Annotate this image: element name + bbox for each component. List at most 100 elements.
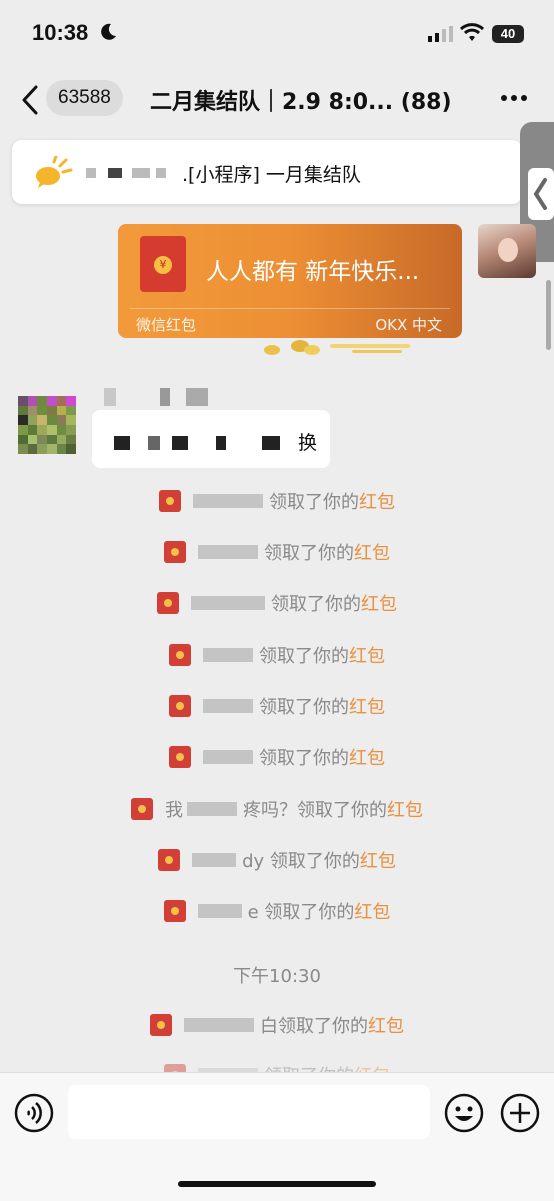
message-bubble[interactable]: 换 <box>92 410 330 468</box>
mini-red-envelope-icon <box>157 592 179 614</box>
unread-count-badge[interactable]: 63588 <box>46 80 123 116</box>
home-indicator <box>178 1181 376 1187</box>
notice-text: 领取了你的 <box>259 697 349 718</box>
notice-text: 领取了你的 <box>271 594 361 615</box>
status-bar: 10:38 40 <box>0 0 554 70</box>
redacted-sender-name <box>104 388 116 406</box>
avatar-face <box>498 238 518 262</box>
chat-title: 二月集结队｜2.9 8:0... (88) <box>150 84 452 116</box>
red-packet-claim-notice: 领取了你的红包 <box>0 537 554 567</box>
redacted-sender-name <box>160 388 170 406</box>
red-packet-link[interactable]: 红包 <box>360 847 396 873</box>
input-bar <box>0 1072 554 1201</box>
wifi-icon <box>460 23 484 41</box>
moon-icon <box>101 23 116 40</box>
notice-text: 白领取了你的 <box>260 1016 368 1037</box>
notice-text: 领取了你的 <box>259 748 349 769</box>
redacted-name <box>191 596 265 610</box>
divider <box>130 308 450 309</box>
pinned-message-text: .[小程序] 一月集结队 <box>182 164 361 186</box>
redacted-text <box>108 168 122 178</box>
red-packet-claim-notice: 领取了你的红包 <box>0 588 554 618</box>
status-time: 10:38 <box>32 20 89 45</box>
speech-bubble-icon <box>36 156 73 188</box>
mini-red-envelope-icon <box>150 1014 172 1036</box>
mini-red-envelope-icon <box>131 798 153 820</box>
red-packet-link[interactable]: 红包 <box>368 1012 404 1038</box>
notice-prefix: 我 <box>165 800 183 821</box>
notice-text: 疼吗？领取了你的 <box>243 800 387 821</box>
notice-text: dy 领取了你的 <box>242 851 360 872</box>
signal-icon <box>428 26 453 42</box>
time-separator: 下午10:30 <box>233 966 321 987</box>
red-packet-label: 微信红包 <box>136 316 197 334</box>
red-packet-claim-notice: 领取了你的红包 <box>0 742 554 772</box>
mini-red-envelope-icon <box>158 849 181 871</box>
back-chevron-icon[interactable] <box>20 84 40 116</box>
mini-red-envelope-icon <box>159 490 181 512</box>
gold-coins-decoration <box>264 340 410 355</box>
redacted-text <box>132 168 150 178</box>
red-packet-link[interactable]: 红包 <box>354 898 390 924</box>
battery-indicator: 40 <box>492 25 524 43</box>
red-packet-claim-notice: 领取了你的红包 <box>0 691 554 721</box>
coin-icon: ¥ <box>154 256 172 274</box>
red-packet-claim-notice: dy 领取了你的 红包 <box>0 845 554 875</box>
scrollbar[interactable] <box>546 280 551 350</box>
redacted-name <box>203 750 253 764</box>
red-packet-claim-notice: 我 疼吗？领取了你的 红包 <box>0 794 554 824</box>
notice-text: 领取了你的 <box>259 646 349 667</box>
chat-title-text: 二月集结队｜2.9 8:0... <box>150 90 394 115</box>
chat-header: 63588 二月集结队｜2.9 8:0... (88) <box>0 70 554 130</box>
redacted-text <box>148 436 160 450</box>
redacted-text <box>114 436 130 450</box>
red-envelope-icon: ¥ <box>140 236 186 292</box>
red-packet-link[interactable]: 红包 <box>349 642 385 668</box>
redacted-sender-name <box>186 388 208 406</box>
redacted-text <box>86 168 96 178</box>
red-packet-card[interactable]: ¥ 人人都有 新年快乐... 微信红包 OKX 中文 <box>118 224 462 338</box>
notice-text: e 领取了你的 <box>247 902 355 923</box>
redacted-name <box>198 545 258 559</box>
voice-input-icon[interactable] <box>14 1093 54 1133</box>
redacted-name <box>184 1018 254 1032</box>
mini-red-envelope-icon <box>169 695 191 717</box>
red-packet-claim-notice: 领取了你的红包 <box>0 486 554 516</box>
member-count: (88) <box>400 90 452 115</box>
notice-text: 领取了你的 <box>269 492 359 513</box>
side-tab-handle <box>528 168 554 220</box>
chevron-left-icon <box>533 178 547 210</box>
pinned-message-bar[interactable]: .[小程序] 一月集结队 <box>12 140 522 204</box>
mini-red-envelope-icon <box>169 644 191 666</box>
redacted-name <box>187 802 237 816</box>
redacted-name <box>203 648 253 662</box>
mini-red-envelope-icon <box>169 746 191 768</box>
emoji-icon[interactable] <box>444 1093 484 1133</box>
redacted-text <box>262 436 280 450</box>
notice-text: 领取了你的 <box>264 543 354 564</box>
mini-red-envelope-icon <box>163 900 186 922</box>
sender-avatar[interactable] <box>18 396 76 454</box>
redacted-name <box>192 853 237 867</box>
redacted-name <box>197 904 242 918</box>
redacted-text <box>156 168 166 178</box>
message-input[interactable] <box>68 1085 430 1139</box>
red-packet-link[interactable]: 红包 <box>354 539 390 565</box>
red-packet-link[interactable]: 红包 <box>349 744 385 770</box>
red-packet-link[interactable]: 红包 <box>361 590 397 616</box>
red-packet-brand: OKX 中文 <box>375 316 442 334</box>
red-packet-link[interactable]: 红包 <box>359 488 395 514</box>
red-packet-claim-notice: 白领取了你的 红包 <box>0 1010 554 1040</box>
red-packet-link[interactable]: 红包 <box>387 796 423 822</box>
red-packet-link[interactable]: 红包 <box>349 693 385 719</box>
message-text: 换 <box>298 432 318 454</box>
redacted-text <box>216 436 226 450</box>
plus-icon[interactable] <box>500 1093 540 1133</box>
more-options-icon[interactable] <box>500 94 528 102</box>
mini-red-envelope-icon <box>164 541 186 563</box>
red-packet-claim-notice: 领取了你的红包 <box>0 640 554 670</box>
redacted-text <box>172 436 188 450</box>
self-avatar[interactable] <box>478 224 536 278</box>
redacted-name <box>193 494 263 508</box>
redacted-name <box>203 699 253 713</box>
